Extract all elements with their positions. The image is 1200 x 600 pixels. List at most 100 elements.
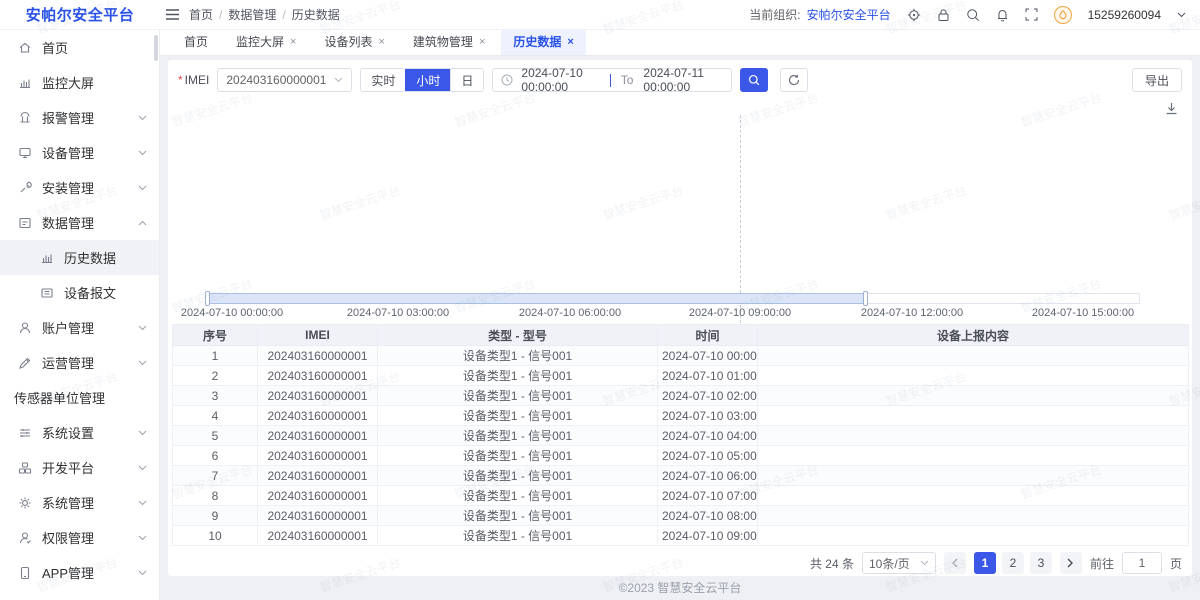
close-icon[interactable]: × [378,36,384,48]
history-data-card: *IMEI 202403160000001 实时小时日 2024-07-10 0… [168,60,1192,576]
sidebar-item-系统设置[interactable]: 系统设置 [0,415,159,450]
breadcrumb-home[interactable]: 首页 [189,6,213,23]
sidebar-item-数据管理[interactable]: 数据管理 [0,205,159,240]
interval-option-实时[interactable]: 实时 [361,69,405,91]
chevron-down-icon [138,325,147,331]
sidebar-item-设备报文[interactable]: 设备报文 [0,275,159,310]
axis-tick-label: 2024-07-10 06:00:00 [519,307,621,319]
sidebar-item-label: 开发平台 [42,458,94,477]
sidebar-item-报警管理[interactable]: 报警管理 [0,100,159,135]
column-header-时间: 时间 [658,325,758,346]
next-page-button[interactable] [1060,552,1082,574]
goto-page-input[interactable] [1122,552,1162,574]
chevron-down-icon[interactable] [1177,12,1186,18]
bell-icon[interactable] [996,8,1009,22]
table-row[interactable]: 9202403160000001设备类型1 - 信号0012024-07-10 … [173,506,1189,526]
table-row[interactable]: 2202403160000001设备类型1 - 信号0012024-07-10 … [173,366,1189,386]
page-button-1[interactable]: 1 [974,552,996,574]
table-row[interactable]: 1202403160000001设备类型1 - 信号0012024-07-10 … [173,346,1189,366]
breadcrumb-data-mgmt[interactable]: 数据管理 [228,6,276,23]
sidebar-scrollbar[interactable] [154,35,158,61]
tab-label: 设备列表 [324,33,372,50]
history-chart[interactable] [168,110,1192,293]
sidebar-item-开发平台[interactable]: 开发平台 [0,450,159,485]
close-icon[interactable]: × [567,36,573,48]
date-end-value[interactable]: 2024-07-11 00:00:00 [643,66,723,94]
column-header-IMEI: IMEI [258,325,378,346]
chevron-up-icon [138,220,147,226]
sidebar-item-APP管理[interactable]: APP管理 [0,555,159,590]
sidebar-item-权限管理[interactable]: 权限管理 [0,520,159,555]
sidebar-item-运营管理[interactable]: 运营管理 [0,345,159,380]
current-org-value[interactable]: 安帕尔安全平台 [807,6,891,23]
sidebar-item-首页[interactable]: 首页 [0,30,159,65]
tab-历史数据[interactable]: 历史数据 × [501,29,585,55]
sidebar-item-历史数据[interactable]: 历史数据 [0,240,159,275]
search-button[interactable] [740,68,768,92]
sidebar-item-传感器单位管理[interactable]: 传感器单位管理 [0,380,159,415]
pagination: 共 24 条 10条/页 123 前往 [810,552,1182,574]
table-row[interactable]: 5202403160000001设备类型1 - 信号0012024-07-10 … [173,426,1189,446]
table-cell: 6 [173,446,258,466]
table-row[interactable]: 6202403160000001设备类型1 - 信号0012024-07-10 … [173,446,1189,466]
datazoom-handle-right[interactable] [863,291,868,306]
lock-icon[interactable] [937,8,950,22]
history-data-table: 序号IMEI类型 - 型号时间设备上报内容 1202403160000001设备… [172,324,1189,546]
page-button-2[interactable]: 2 [1002,552,1024,574]
permission-icon [18,531,32,545]
page-size-select[interactable]: 10条/页 [862,552,936,574]
table-cell: 2024-07-10 04:00:00 [658,426,758,446]
tab-建筑物管理[interactable]: 建筑物管理× [401,29,497,55]
tab-首页[interactable]: 首页 [172,29,220,55]
close-icon[interactable]: × [290,36,296,48]
avatar[interactable] [1054,6,1072,24]
interval-option-小时[interactable]: 小时 [405,69,450,91]
device-icon [18,146,32,160]
locate-icon[interactable] [907,8,921,22]
text-caret [610,74,611,87]
imei-select[interactable]: 202403160000001 [217,68,352,92]
page-button-3[interactable]: 3 [1030,552,1052,574]
sidebar-item-账户管理[interactable]: 账户管理 [0,310,159,345]
table-cell [758,426,1189,446]
table-row[interactable]: 3202403160000001设备类型1 - 信号0012024-07-10 … [173,386,1189,406]
table-cell: 2024-07-10 00:00:00 [658,346,758,366]
sidebar-item-label: 监控大屏 [42,73,94,92]
chevron-down-icon [138,150,147,156]
close-icon[interactable]: × [479,36,485,48]
chevron-down-icon [138,535,147,541]
table-cell: 5 [173,426,258,446]
table-cell: 202403160000001 [258,446,378,466]
table-cell: 2 [173,366,258,386]
date-start-value[interactable]: 2024-07-10 00:00:00 [521,66,602,94]
table-row[interactable]: 7202403160000001设备类型1 - 信号0012024-07-10 … [173,466,1189,486]
export-button[interactable]: 导出 [1132,68,1182,92]
sidebar-item-系统管理[interactable]: 系统管理 [0,485,159,520]
table-row[interactable]: 8202403160000001设备类型1 - 信号0012024-07-10 … [173,486,1189,506]
date-range-picker[interactable]: 2024-07-10 00:00:00 To 2024-07-11 00:00:… [492,68,732,92]
table-cell: 2024-07-10 05:00:00 [658,446,758,466]
prev-page-button[interactable] [944,552,966,574]
fullscreen-icon[interactable] [1025,8,1038,21]
pagination-total: 共 24 条 [810,555,854,572]
datazoom-handle-left[interactable] [205,291,210,306]
table-row[interactable]: 4202403160000001设备类型1 - 信号0012024-07-10 … [173,406,1189,426]
table-row[interactable]: 10202403160000001设备类型1 - 信号0012024-07-10… [173,526,1189,546]
tab-监控大屏[interactable]: 监控大屏× [224,29,308,55]
message-icon [40,286,54,300]
sidebar-item-安装管理[interactable]: 安装管理 [0,170,159,205]
tab-label: 历史数据 [513,33,561,50]
refresh-button[interactable] [780,68,808,92]
search-icon[interactable] [966,8,980,22]
account-icon [18,321,32,335]
dev-icon [18,461,32,475]
main-area: 首页监控大屏×设备列表×建筑物管理×历史数据× *IMEI 2024031600… [160,30,1200,600]
sidebar-item-设备管理[interactable]: 设备管理 [0,135,159,170]
tab-设备列表[interactable]: 设备列表 × [312,29,396,55]
datazoom-selected-range[interactable] [208,293,866,304]
user-phone[interactable]: 15259260094 [1088,8,1161,22]
datazoom-slider[interactable] [207,293,1140,304]
sidebar-item-监控大屏[interactable]: 监控大屏 [0,65,159,100]
interval-option-日[interactable]: 日 [450,69,483,91]
menu-collapse-icon[interactable] [166,9,179,20]
